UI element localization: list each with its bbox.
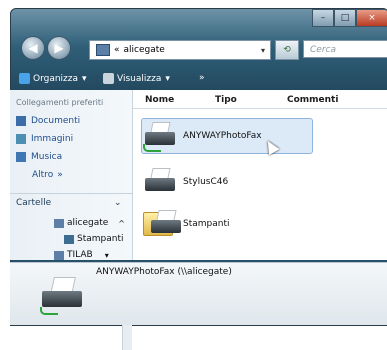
screenshot-frame: – □ × ◀ ▶ « alicegate ▾ ⟲ Cerca Organizz… — [0, 0, 387, 350]
view-label: Visualizza — [117, 73, 162, 84]
more-links-chevron-icon: » — [57, 170, 63, 180]
sidebar-item-documenti[interactable]: Documenti — [16, 116, 80, 126]
tree-item-label: alicegate — [67, 218, 109, 228]
address-dropdown-icon[interactable]: ▾ — [256, 46, 270, 55]
navigation-bar: ◀ ▶ « alicegate ▾ ⟲ Cerca — [11, 31, 387, 63]
maximize-button[interactable]: □ — [334, 9, 356, 27]
address-bar[interactable]: « alicegate ▾ — [89, 40, 271, 60]
tree-item-stampanti[interactable]: Stampanti — [64, 234, 124, 244]
column-header-tipo[interactable]: Tipo — [215, 95, 237, 105]
refresh-button[interactable]: ⟲ — [275, 40, 299, 60]
address-prefix: « — [114, 45, 120, 55]
address-value: alicegate — [123, 45, 165, 55]
details-title: ANYWAYPhotoFax (\\alicegate) — [96, 267, 232, 277]
divider — [10, 193, 132, 194]
tree-item-label: TILAB — [67, 250, 93, 260]
view-button[interactable]: Visualizza ▾ — [103, 73, 170, 84]
document-icon — [16, 116, 26, 126]
printer-icon — [64, 234, 74, 244]
network-computer-icon — [96, 44, 110, 56]
folders-label: Cartelle — [16, 198, 52, 208]
organize-label: Organizza — [33, 73, 79, 84]
more-links-button[interactable]: Altro » — [32, 170, 63, 180]
back-button[interactable]: ◀ — [21, 36, 45, 60]
forward-arrow-icon: ▶ — [54, 41, 64, 55]
favorite-links-title: Collegamenti preferiti — [16, 98, 104, 107]
list-item-label: StylusC46 — [183, 177, 229, 187]
list-item-label: Stampanti — [183, 219, 230, 229]
search-input[interactable]: Cerca — [303, 40, 387, 58]
more-commands-button[interactable]: » — [199, 73, 205, 83]
organize-chevron-icon: ▾ — [82, 73, 87, 84]
navigation-pane: Collegamenti preferiti Documenti Immagin… — [10, 90, 133, 350]
sidebar-item-label: Documenti — [31, 116, 81, 126]
list-item-label: ANYWAYPhotoFax — [183, 131, 262, 141]
column-header-divider — [133, 108, 387, 109]
folders-header[interactable]: Cartelle — [16, 198, 51, 208]
tree-item-alicegate[interactable]: alicegate ^ — [54, 218, 125, 228]
view-chevron-icon: ▾ — [165, 73, 170, 84]
tree-item-tilab[interactable]: TILAB ▾ — [54, 250, 109, 260]
more-chevron-icon: » — [199, 73, 205, 83]
music-icon — [16, 152, 26, 162]
details-pane: ANYWAYPhotoFax (\\alicegate) — [10, 262, 387, 325]
network-computer-icon — [54, 250, 64, 260]
close-button[interactable]: × — [356, 9, 387, 27]
view-icon — [103, 73, 114, 84]
column-header-nome[interactable]: Nome — [145, 95, 174, 105]
window-controls: – □ × — [312, 9, 387, 27]
printer-icon — [143, 122, 177, 152]
list-item[interactable]: ANYWAYPhotoFax — [143, 122, 262, 152]
pictures-icon — [16, 134, 26, 144]
list-item[interactable]: Stampanti — [143, 210, 230, 238]
network-computer-icon — [54, 218, 64, 228]
tree-item-label: Stampanti — [77, 234, 124, 244]
back-arrow-icon: ◀ — [28, 41, 38, 55]
more-links-label: Altro — [32, 170, 54, 180]
command-toolbar: Organizza ▾ Visualizza ▾ » — [11, 67, 387, 91]
column-header-commenti[interactable]: Commenti — [287, 95, 338, 105]
printer-folder-icon — [143, 210, 181, 238]
sidebar-item-immagini[interactable]: Immagini — [16, 134, 73, 144]
sidebar-item-musica[interactable]: Musica — [16, 152, 62, 162]
folders-chevron-icon[interactable]: ⌄ — [114, 198, 122, 208]
sidebar-item-label: Musica — [31, 152, 63, 162]
details-printer-icon — [40, 277, 90, 315]
scroll-down-icon[interactable]: ▾ — [105, 251, 109, 260]
scroll-up-icon[interactable]: ^ — [118, 219, 125, 228]
printer-icon — [143, 168, 177, 196]
minimize-button[interactable]: – — [312, 9, 334, 27]
forward-button[interactable]: ▶ — [47, 36, 71, 60]
file-list-pane: Nome Tipo Commenti ANYWAYPhotoFax Stylus… — [133, 90, 387, 260]
sidebar-item-label: Immagini — [31, 134, 74, 144]
list-item[interactable]: StylusC46 — [143, 168, 228, 196]
organize-button[interactable]: Organizza ▾ — [19, 73, 87, 84]
organize-icon — [19, 73, 30, 84]
